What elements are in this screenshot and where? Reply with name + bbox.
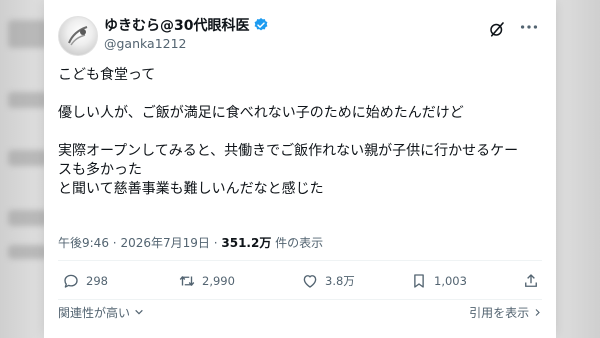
bookmark-button[interactable]: 1,003 <box>410 272 467 290</box>
bookmark-count: 1,003 <box>434 274 467 288</box>
reply-button[interactable]: 298 <box>62 272 108 290</box>
divider <box>58 299 542 300</box>
post-date[interactable]: 2026年7月19日 <box>120 236 209 250</box>
divider <box>58 260 542 261</box>
post-text-line: スも多かった <box>58 162 142 178</box>
view-quotes-label: 引用を表示 <box>469 306 530 320</box>
view-quotes-link[interactable]: 引用を表示 <box>469 304 542 321</box>
bookmark-icon <box>414 274 424 288</box>
share-icon <box>525 274 537 287</box>
share-button[interactable] <box>522 272 540 290</box>
author-name-row: ゆきむら@30代眼科医 <box>104 15 269 35</box>
post-text-line: こども食堂って <box>58 67 156 83</box>
background-ghost <box>8 150 48 166</box>
post-text-line: 実際オープンしてみると、共働きでご飯作れない親が子供に行かせるケー <box>58 143 519 159</box>
post-header: ゆきむら@30代眼科医 @ganka1212 <box>58 14 542 58</box>
heart-icon <box>303 275 317 288</box>
verified-badge-icon <box>253 17 269 33</box>
more-icon[interactable] <box>518 16 540 38</box>
author-handle[interactable]: @ganka1212 <box>104 36 187 51</box>
background-ghost <box>8 210 48 226</box>
post-card: ゆきむら@30代眼科医 @ganka1212 こども食堂って 優しい人が、ご飯が… <box>44 0 556 338</box>
repost-button[interactable]: 2,990 <box>178 272 235 290</box>
post-text: こども食堂って 優しい人が、ご飯が満足に食べれない子のために始めたんだけど 実際… <box>58 66 542 199</box>
reply-count: 298 <box>86 274 108 288</box>
post-text-line: 優しい人が、ご飯が満足に食べれない子のために始めたんだけど <box>58 105 464 121</box>
reply-icon <box>64 274 78 288</box>
avatar-illustration <box>68 26 88 46</box>
post-footer: 関連性が高い 引用を表示 <box>58 302 542 324</box>
views-label: 件の表示 <box>275 236 324 250</box>
post-text-line: と聞いて慈善事業も難しいんだなと感じた <box>58 181 324 197</box>
chevron-down-icon <box>135 309 143 315</box>
background-ghost <box>8 20 48 48</box>
chevron-right-icon <box>535 309 540 316</box>
sort-label: 関連性が高い <box>58 306 131 320</box>
background-ghost <box>8 92 48 108</box>
post-meta: 午後9:46 · 2026年7月19日 · 351.2万 件の表示 <box>58 234 323 251</box>
meta-separator: · <box>213 236 218 250</box>
action-bar: 298 2,990 3.8万 1,003 <box>58 272 542 298</box>
sort-dropdown[interactable]: 関連性が高い <box>58 304 144 321</box>
grok-icon[interactable] <box>488 20 506 38</box>
post-time[interactable]: 午後9:46 <box>58 236 109 250</box>
like-count: 3.8万 <box>325 274 355 288</box>
repost-count: 2,990 <box>202 274 235 288</box>
author-display-name[interactable]: ゆきむら@30代眼科医 <box>104 15 249 35</box>
like-button[interactable]: 3.8万 <box>301 272 355 290</box>
background-ghost <box>8 245 48 259</box>
avatar[interactable] <box>58 16 98 56</box>
repost-icon <box>179 276 195 286</box>
meta-separator: · <box>112 236 117 250</box>
views-count: 351.2万 <box>221 236 272 250</box>
